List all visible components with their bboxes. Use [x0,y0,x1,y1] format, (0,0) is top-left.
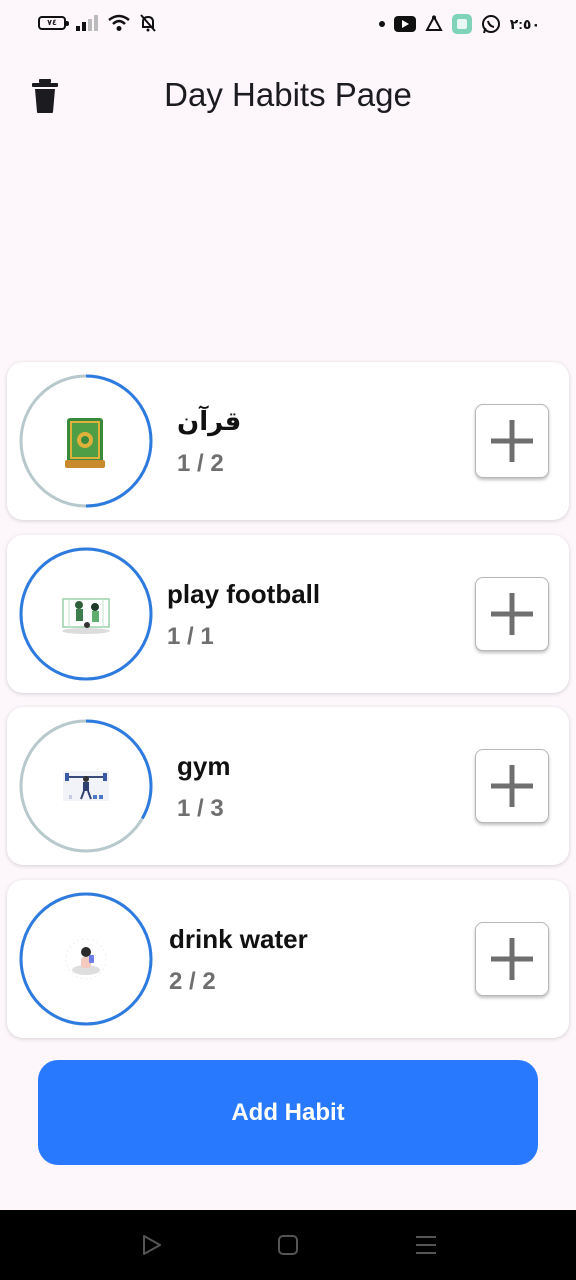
recents-icon[interactable] [413,1232,439,1258]
whatsapp-icon [481,15,500,34]
navigation-bar [0,1210,576,1280]
habit-count: 1 / 3 [177,795,224,822]
page-title: Day Habits Page [164,76,412,113]
plus-icon [491,765,533,807]
football-illustration [62,598,110,634]
back-icon[interactable] [138,1232,164,1258]
habit-count: 1 / 1 [167,623,214,650]
signal-icon [76,15,98,31]
habit-card: play football 1 / 1 [7,535,569,693]
increment-button[interactable] [475,404,549,478]
habit-name: drink water [169,924,308,954]
wifi-icon [108,14,130,31]
plus-icon [491,938,533,980]
plus-icon [491,593,533,635]
habit-card: gym 1 / 3 [7,707,569,865]
habit-name: gym [177,751,231,781]
habit-card: قرآن 1 / 2 [7,362,569,520]
increment-button[interactable] [475,749,549,823]
battery-icon: ٧٤ [38,16,69,30]
status-bar: ٧٤ ٢:٥٠ [0,0,576,50]
app-bar: Day Habits Page [0,60,576,132]
status-left: ٧٤ [38,14,156,32]
increment-button[interactable] [475,577,549,651]
status-right: ٢:٥٠ [378,14,540,34]
home-icon[interactable] [275,1232,301,1258]
habit-count: 2 / 2 [169,968,216,995]
plus-icon [491,420,533,462]
bell-off-icon [140,14,156,32]
habit-name: قرآن [177,406,242,436]
gym-illustration [63,771,109,801]
drink-water-illustration [65,938,107,980]
increment-button[interactable] [475,922,549,996]
habit-count: 1 / 2 [177,450,224,477]
app-icon [425,15,443,31]
quran-book-icon [65,418,105,468]
notification-dot-icon [378,21,385,27]
clock: ٢:٥٠ [509,15,540,32]
add-habit-button[interactable]: Add Habit [38,1060,538,1165]
youtube-icon [393,16,416,32]
habit-card: drink water 2 / 2 [7,880,569,1038]
battery-level: ٧٤ [47,18,57,27]
habit-name: play football [167,579,321,609]
gallery-icon [451,14,472,34]
